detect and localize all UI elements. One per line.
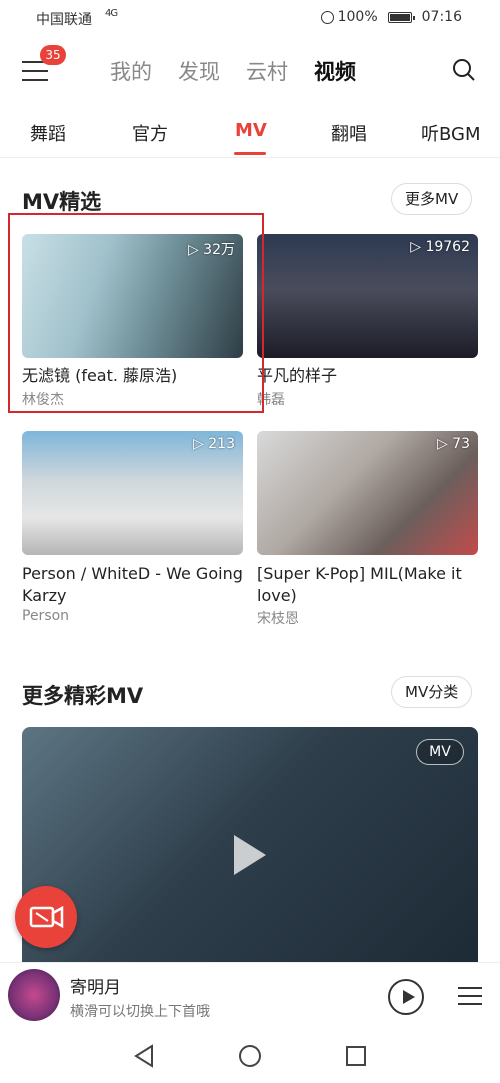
- player-hint: 横滑可以切换上下首哦: [70, 1004, 210, 1020]
- mv-title[interactable]: 平凡的样子: [257, 365, 482, 387]
- song-title: 寄明月: [70, 978, 121, 998]
- mv-title[interactable]: Person / WhiteD - We Going Karzy: [22, 563, 247, 607]
- record-video-button[interactable]: [15, 886, 77, 948]
- signal-icon: 4G: [105, 8, 118, 19]
- section-title-mv: MV精选: [22, 190, 102, 214]
- tab-mv[interactable]: MV: [235, 120, 267, 141]
- tab-mine[interactable]: 我的: [110, 56, 152, 86]
- notification-badge: 35: [40, 45, 66, 65]
- mv-thumbnail[interactable]: ▷ 19762: [257, 234, 478, 358]
- section-title-more-mv: 更多精彩MV: [22, 684, 144, 708]
- play-count: ▷ 213: [193, 436, 235, 452]
- active-tab-indicator: [234, 152, 266, 155]
- back-icon[interactable]: [133, 1044, 155, 1068]
- battery-percent: 100%: [337, 9, 378, 25]
- alarm-icon: [320, 10, 334, 24]
- play-count: ▷ 73: [436, 436, 470, 452]
- recents-icon[interactable]: [345, 1045, 367, 1067]
- mv-category-button[interactable]: MV分类: [391, 676, 473, 708]
- clock-time: 07:16: [421, 9, 462, 25]
- system-nav-bar: [0, 1030, 500, 1083]
- tab-video[interactable]: 视频: [314, 56, 356, 86]
- mv-thumbnail[interactable]: ▷ 213: [22, 431, 243, 555]
- mv-thumbnail[interactable]: ▷ 73: [257, 431, 478, 555]
- featured-video[interactable]: MV: [22, 727, 478, 979]
- play-count: ▷ 19762: [410, 239, 470, 255]
- home-icon[interactable]: [238, 1044, 262, 1068]
- tab-cover[interactable]: 翻唱: [331, 120, 367, 146]
- mv-artist[interactable]: 宋枝恩: [257, 608, 299, 628]
- more-mv-button[interactable]: 更多MV: [391, 183, 473, 215]
- video-camera-icon: [29, 905, 64, 929]
- mv-tag: MV: [416, 739, 464, 765]
- highlight-box: [8, 213, 264, 413]
- mini-player[interactable]: 寄明月 横滑可以切换上下首哦: [0, 962, 500, 1030]
- top-nav: 35 我的 发现 云村 视频: [0, 40, 500, 100]
- tab-official[interactable]: 官方: [132, 120, 168, 146]
- battery-icon: [387, 11, 415, 23]
- tab-village[interactable]: 云村: [246, 56, 288, 86]
- carrier-label: 中国联通: [36, 12, 92, 28]
- playlist-icon[interactable]: [456, 983, 484, 1009]
- search-icon[interactable]: [452, 58, 476, 82]
- menu-icon[interactable]: [22, 61, 48, 81]
- tab-bgm[interactable]: 听BGM: [421, 120, 481, 146]
- play-button[interactable]: [388, 979, 424, 1015]
- status-bar: 中国联通 4G 100% 07:16: [0, 0, 500, 36]
- album-cover[interactable]: [8, 969, 60, 1021]
- tab-dance[interactable]: 舞蹈: [30, 120, 66, 146]
- mv-title[interactable]: [Super K-Pop] MIL(Make it love): [257, 563, 482, 607]
- play-icon[interactable]: [234, 835, 266, 875]
- category-tabs: 舞蹈 官方 MV 翻唱 听BGM: [0, 110, 500, 158]
- mv-artist[interactable]: Person: [22, 608, 69, 624]
- tab-discover[interactable]: 发现: [178, 56, 220, 86]
